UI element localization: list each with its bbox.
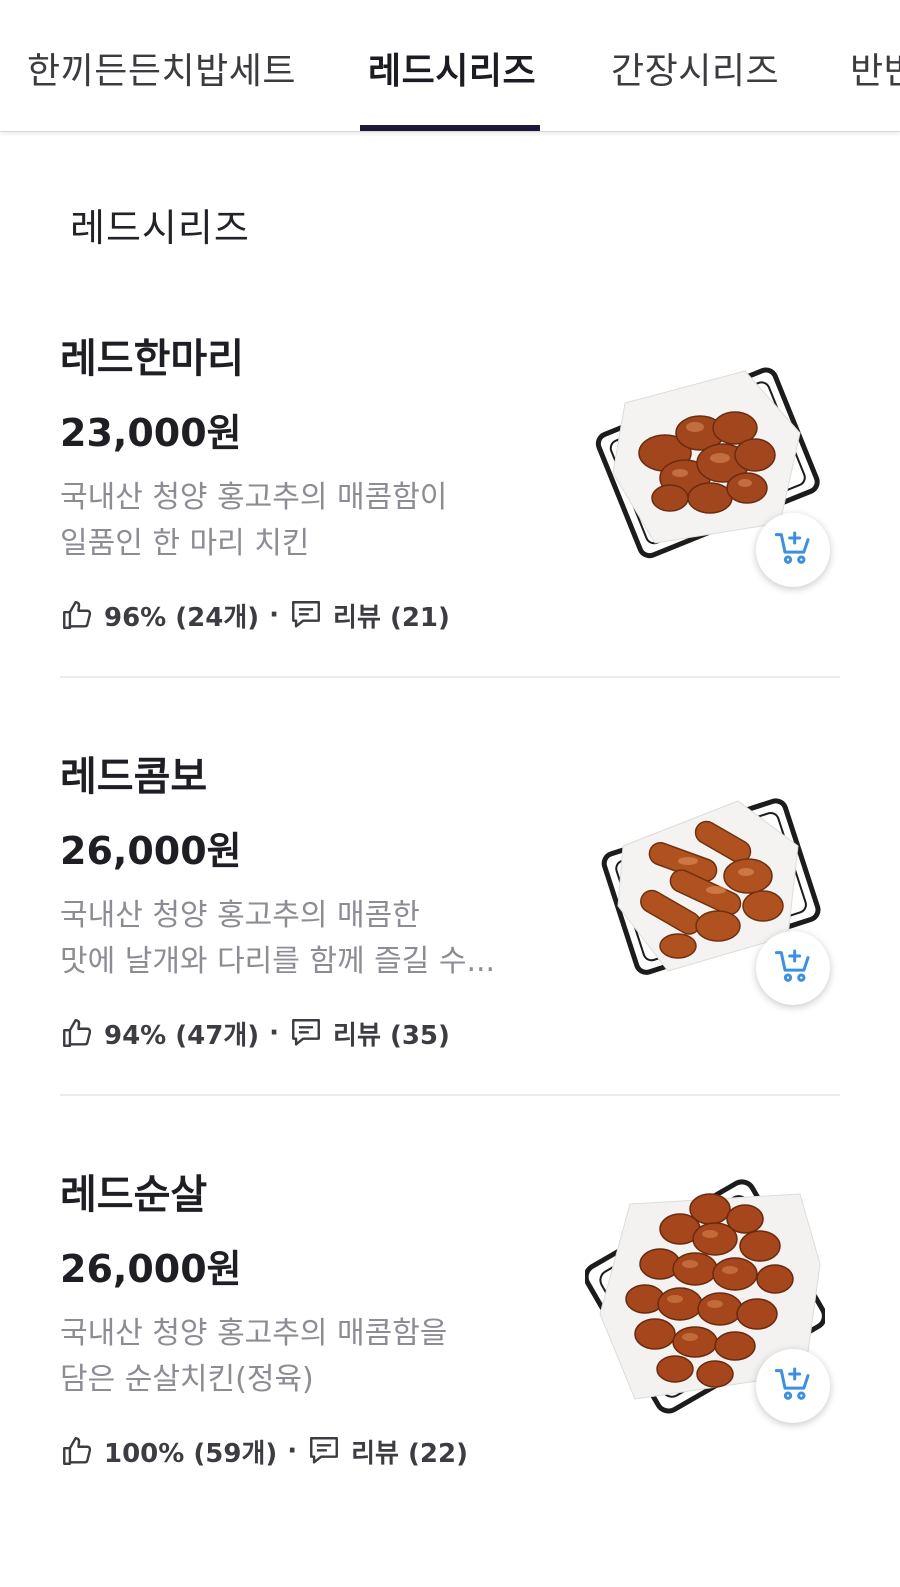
menu-item[interactable]: 레드한마리 23,000원 국내산 청양 홍고추의 매콤함이 일품인 한 마리 …: [0, 333, 900, 751]
item-divider: [60, 676, 840, 678]
active-tab-indicator: [360, 125, 540, 131]
review-count[interactable]: 리뷰 (22): [351, 1433, 468, 1470]
tab-hankki-set[interactable]: 한끼든든치밥세트: [27, 50, 296, 94]
comment-icon: [307, 1434, 341, 1468]
stat-separator: ·: [269, 600, 280, 630]
tab-red-series[interactable]: 레드시리즈: [368, 50, 536, 94]
menu-item-stats: 94% (47개) · 리뷰 (35): [60, 1013, 450, 1053]
tab-soy-series[interactable]: 간장시리즈: [611, 50, 779, 94]
description-line: 국내산 청양 홍고추의 매콤함을: [60, 1316, 448, 1351]
add-to-cart-icon: [773, 528, 813, 572]
menu-item-description: 국내산 청양 홍고추의 매콤함을 담은 순살치킨(정육): [60, 1311, 530, 1403]
menu-item-description: 국내산 청양 홍고추의 매콤한 맛에 날개와 다리를 함께 즐길 수...: [60, 893, 530, 985]
tab-bar-divider: [0, 131, 900, 132]
section-title: 레드시리즈: [70, 206, 250, 250]
description-line: 맛에 날개와 다리를 함께 즐길 수...: [60, 944, 496, 979]
add-to-cart-button[interactable]: [756, 1349, 830, 1423]
thumbs-up-icon: [60, 1016, 94, 1050]
menu-item-stats: 100% (59개) · 리뷰 (22): [60, 1431, 468, 1471]
menu-item-stats: 96% (24개) · 리뷰 (21): [60, 595, 450, 635]
rating-text: 100% (59개): [104, 1438, 278, 1469]
menu-item-name[interactable]: 레드순살: [60, 1169, 207, 1221]
comment-icon: [289, 598, 323, 632]
menu-item-price: 26,000원: [60, 1247, 242, 1291]
rating-text: 94% (47개): [104, 1020, 260, 1051]
menu-item-price: 23,000원: [60, 411, 242, 455]
menu-item[interactable]: 레드순살 26,000원 국내산 청양 홍고추의 매콤함을 담은 순살치킨(정육…: [0, 1169, 900, 1587]
review-count[interactable]: 리뷰 (35): [333, 1015, 450, 1052]
add-to-cart-button[interactable]: [756, 931, 830, 1005]
stat-separator: ·: [287, 1436, 298, 1466]
description-line: 담은 순살치킨(정육): [60, 1362, 314, 1397]
description-line: 일품인 한 마리 치킨: [60, 526, 310, 561]
category-tab-bar: 한끼든든치밥세트 레드시리즈 간장시리즈 반반: [0, 0, 900, 131]
add-to-cart-icon: [773, 946, 813, 990]
comment-icon: [289, 1016, 323, 1050]
menu-item-price: 26,000원: [60, 829, 242, 873]
item-divider: [60, 1094, 840, 1096]
description-line: 국내산 청양 홍고추의 매콤함이: [60, 480, 448, 515]
review-count[interactable]: 리뷰 (21): [333, 597, 450, 634]
menu-item-name[interactable]: 레드한마리: [60, 333, 244, 385]
add-to-cart-icon: [773, 1364, 813, 1408]
menu-item-name[interactable]: 레드콤보: [60, 751, 207, 803]
add-to-cart-button[interactable]: [756, 513, 830, 587]
description-line: 국내산 청양 홍고추의 매콤한: [60, 898, 420, 933]
tab-half-half[interactable]: 반반: [850, 50, 900, 94]
rating-text: 96% (24개): [104, 602, 260, 633]
menu-item-description: 국내산 청양 홍고추의 매콤함이 일품인 한 마리 치킨: [60, 475, 530, 567]
stat-separator: ·: [269, 1018, 280, 1048]
thumbs-up-icon: [60, 598, 94, 632]
thumbs-up-icon: [60, 1434, 94, 1468]
menu-item[interactable]: 레드콤보 26,000원 국내산 청양 홍고추의 매콤한 맛에 날개와 다리를 …: [0, 751, 900, 1169]
